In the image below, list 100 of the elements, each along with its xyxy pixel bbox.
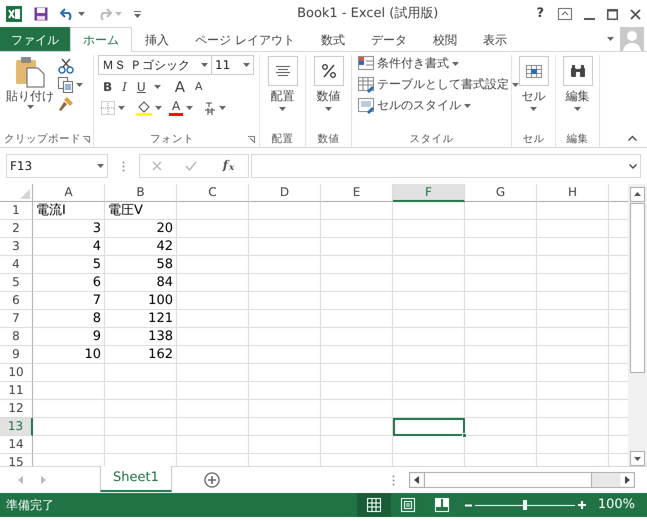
row-header[interactable]: 7 (0, 310, 33, 328)
ribbon-tab[interactable]: ページ レイアウト (182, 27, 308, 51)
caret-icon (78, 12, 85, 16)
name-box[interactable]: F13 (6, 154, 108, 178)
border-icon[interactable] (101, 100, 115, 115)
scroll-up-icon[interactable] (630, 187, 645, 202)
row-header[interactable]: 9 (0, 346, 33, 364)
customize-icon[interactable] (134, 10, 141, 18)
column-header[interactable]: C (177, 184, 249, 202)
font-name-select[interactable]: ＭＳ Ｐゴシック (98, 55, 212, 75)
row-header[interactable]: 2 (0, 220, 33, 238)
expand-icon[interactable] (629, 164, 637, 168)
row-header[interactable]: 14 (0, 436, 33, 454)
help-button[interactable]: ? (534, 6, 546, 22)
fill-color-icon[interactable] (136, 100, 152, 116)
grow-font-button[interactable]: A (172, 78, 187, 96)
column-header[interactable]: A (33, 184, 105, 202)
ribbon-tab[interactable]: ホーム (70, 27, 132, 52)
row-header[interactable]: 11 (0, 382, 33, 400)
zoom-slider-thumb[interactable] (522, 500, 527, 510)
ribbon-tab[interactable]: 表示 (470, 27, 520, 51)
table-cell-text: 42 (155, 238, 174, 256)
paste-button[interactable]: 貼り付け (4, 55, 56, 132)
dialog-launcher-icon[interactable] (248, 136, 255, 143)
font-color-button[interactable]: A (169, 100, 184, 116)
collapse-ribbon-icon[interactable] (628, 135, 637, 141)
insert-function-button[interactable]: f$_{x}$ (220, 158, 236, 174)
ribbon-tab[interactable]: ファイル (0, 27, 70, 51)
ribbon-display-icon[interactable] (558, 8, 572, 20)
column-header[interactable]: F (393, 184, 465, 202)
fill-handle[interactable] (462, 433, 467, 438)
row-header[interactable]: 6 (0, 292, 33, 310)
italic-button[interactable]: I (120, 80, 129, 95)
alignment-button[interactable]: 配置 (266, 55, 300, 132)
editing-button[interactable]: 編集 (560, 55, 594, 132)
caret-icon[interactable] (607, 37, 614, 41)
shrink-font-button[interactable]: A (192, 80, 204, 94)
normal-view-button[interactable] (356, 493, 391, 517)
table-cell-text: 100 (147, 292, 174, 310)
align-icon (276, 66, 290, 76)
caret-icon (243, 63, 250, 67)
table-cell-text: 10 (83, 346, 102, 364)
group-label: スタイル (410, 132, 454, 147)
window-title: Book1 - Excel (試用版) (296, 5, 440, 24)
row-header[interactable]: 8 (0, 328, 33, 346)
phonetic-guide-icon[interactable] (204, 100, 216, 115)
ribbon-tab[interactable]: 数式 (308, 27, 358, 51)
scroll-down-icon[interactable] (630, 451, 645, 466)
caret-icon (279, 107, 286, 112)
spreadsheet-logo-icon[interactable] (6, 6, 22, 22)
format-painter-icon[interactable] (58, 96, 74, 112)
underline-button[interactable]: U (134, 80, 148, 95)
table-cell-text: 電圧V (107, 202, 144, 220)
row-header[interactable]: 15 (0, 454, 33, 466)
zoom-out-icon[interactable] (464, 502, 472, 508)
group-label: クリップボード (4, 132, 81, 147)
scrollbar-thumb[interactable] (630, 203, 645, 373)
ribbon-tab[interactable]: 校閲 (420, 27, 470, 51)
formula-input[interactable] (251, 154, 641, 178)
new-sheet-icon[interactable] (204, 472, 220, 488)
scroll-right-icon[interactable] (620, 473, 634, 487)
row-header[interactable]: 5 (0, 274, 33, 292)
row-header[interactable]: 4 (0, 256, 33, 274)
row-header[interactable]: 10 (0, 364, 33, 382)
table-cell-text: 8 (92, 310, 102, 328)
page-break-view-icon (434, 498, 449, 512)
ribbon-tab[interactable]: データ (358, 27, 420, 51)
column-header[interactable]: G (465, 184, 537, 202)
zoom-slider[interactable] (474, 500, 575, 510)
bold-button[interactable]: B (101, 80, 114, 95)
zoom-in-icon[interactable] (578, 501, 586, 509)
binoculars-icon (570, 64, 586, 78)
scroll-left-icon[interactable] (410, 473, 424, 487)
column-header[interactable]: H (537, 184, 609, 202)
row-header[interactable]: 3 (0, 238, 33, 256)
row-header[interactable]: 13 (0, 418, 33, 436)
close-icon[interactable] (630, 8, 641, 20)
scrollbar-thumb[interactable] (424, 473, 592, 487)
row-header[interactable]: 1 (0, 202, 33, 220)
copy-icon[interactable] (58, 77, 73, 93)
table-cell-text: 3 (92, 220, 102, 238)
ribbon-tab[interactable]: 挿入 (132, 27, 182, 51)
save-icon[interactable] (34, 7, 48, 21)
table-cell-text: 4 (92, 238, 102, 256)
zoom-level[interactable]: 100% (586, 495, 647, 515)
column-header[interactable]: D (249, 184, 321, 202)
table-cell-text: 7 (92, 292, 102, 310)
caret-icon (155, 106, 162, 110)
style-menu-button[interactable]: テーブルとして書式設定 (356, 76, 521, 94)
caret-icon (115, 12, 122, 16)
maximize-icon[interactable] (607, 8, 618, 20)
font-size-select[interactable]: 11 (212, 55, 254, 75)
number-button[interactable]: 数値 (312, 55, 346, 132)
page-layout-view-icon (400, 498, 415, 512)
sheet-tab[interactable]: Sheet1 (100, 466, 172, 492)
caret-icon (574, 107, 581, 112)
dialog-launcher-icon[interactable] (83, 136, 90, 143)
column-header[interactable]: B (105, 184, 177, 202)
active-cell[interactable] (393, 418, 465, 436)
scissors-icon[interactable] (58, 58, 74, 74)
